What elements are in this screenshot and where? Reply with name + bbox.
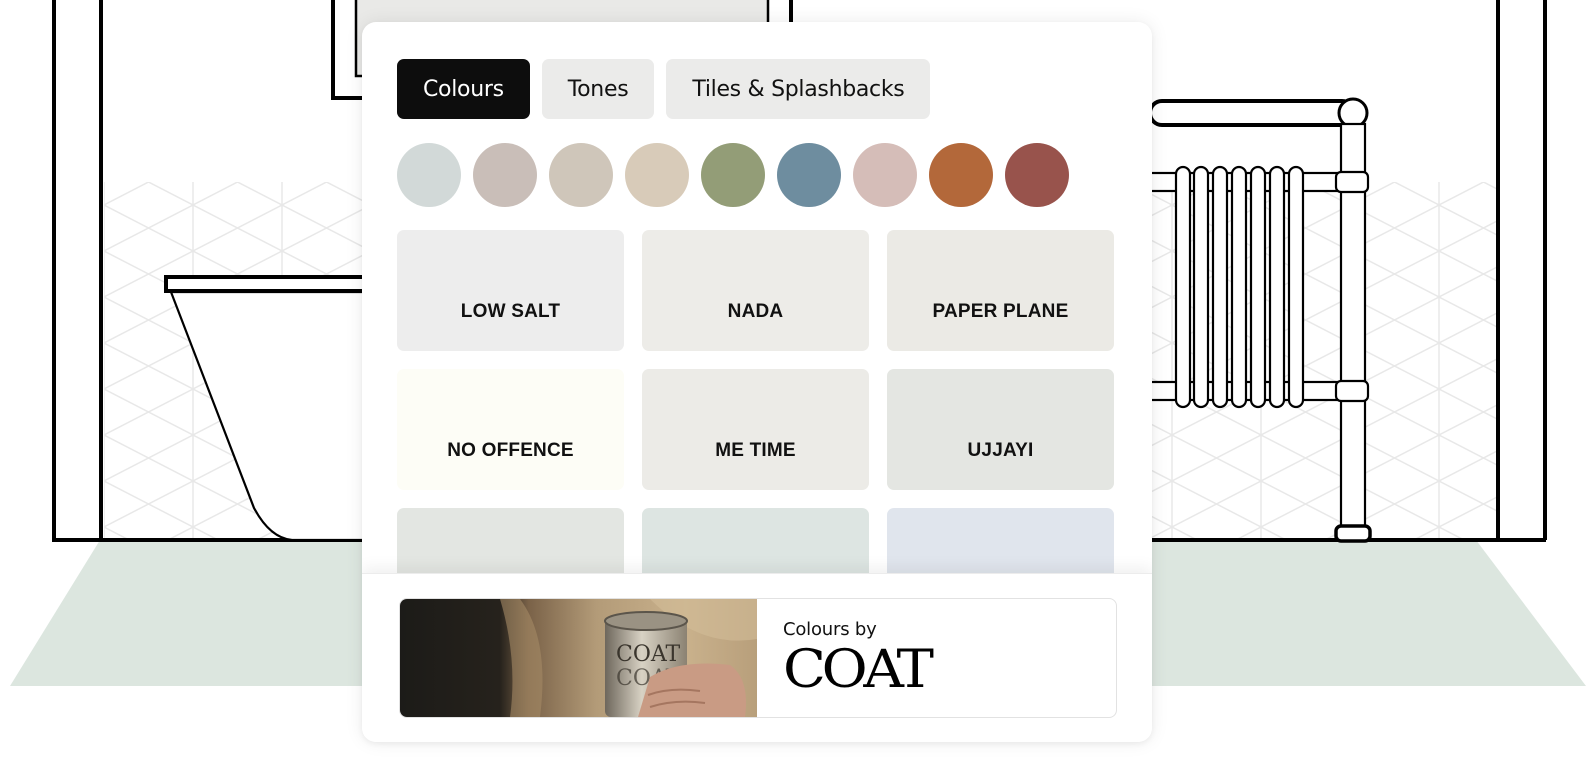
tile-label: NADA: [727, 301, 784, 322]
swatch-stone[interactable]: [549, 143, 613, 207]
swatch-blush[interactable]: [853, 143, 917, 207]
tab-colours[interactable]: Colours: [397, 59, 530, 119]
swatch-dusty-blue[interactable]: [777, 143, 841, 207]
colour-tile-low-salt[interactable]: LOW SALT: [397, 230, 624, 351]
panel-footer: COAT COAT Colours by COAT: [362, 573, 1152, 742]
swatch-sand[interactable]: [625, 143, 689, 207]
promo-photo: COAT COAT: [400, 599, 757, 717]
colour-tile[interactable]: [642, 508, 869, 575]
promo-subtitle: Colours by: [783, 619, 877, 640]
promo-text: Colours by COAT: [757, 599, 934, 717]
tab-tones[interactable]: Tones: [541, 59, 655, 119]
tile-label: NO OFFENCE: [447, 440, 574, 461]
colour-tile-ujjayi[interactable]: UJJAYI: [887, 369, 1114, 490]
tile-label: UJJAYI: [967, 440, 1034, 461]
coat-promo-banner[interactable]: COAT COAT Colours by COAT: [399, 598, 1117, 718]
swatch-sage-green[interactable]: [701, 143, 765, 207]
category-tabs: Colours Tones Tiles & Splashbacks: [397, 59, 931, 119]
colour-family-swatches: [397, 143, 1069, 207]
tile-label: ME TIME: [715, 440, 796, 461]
colour-tile-me-time[interactable]: ME TIME: [642, 369, 869, 490]
swatch-warm-grey[interactable]: [473, 143, 537, 207]
colour-tile-no-offence[interactable]: NO OFFENCE: [397, 369, 624, 490]
swatch-terracotta[interactable]: [929, 143, 993, 207]
coat-logo: COAT: [783, 640, 934, 700]
svg-text:COAT: COAT: [616, 642, 681, 667]
tile-label: LOW SALT: [460, 301, 561, 322]
paint-tin-photo-illustration: COAT COAT: [400, 599, 757, 717]
colour-tile-nada[interactable]: NADA: [642, 230, 869, 351]
colour-tile[interactable]: [887, 508, 1114, 575]
colour-tile-paper-plane[interactable]: PAPER PLANE: [887, 230, 1114, 351]
swatch-brick-red[interactable]: [1005, 143, 1069, 207]
colour-picker-panel: Colours Tones Tiles & Splashbacks LOW SA…: [362, 22, 1152, 742]
colour-tile-list[interactable]: LOW SALT NADA PAPER PLANE NO OFFENCE ME …: [397, 230, 1117, 575]
tab-tiles-splashbacks[interactable]: Tiles & Splashbacks: [666, 59, 931, 119]
swatch-pale-grey-blue[interactable]: [397, 143, 461, 207]
colour-tile[interactable]: [397, 508, 624, 575]
tile-label: PAPER PLANE: [932, 301, 1069, 322]
